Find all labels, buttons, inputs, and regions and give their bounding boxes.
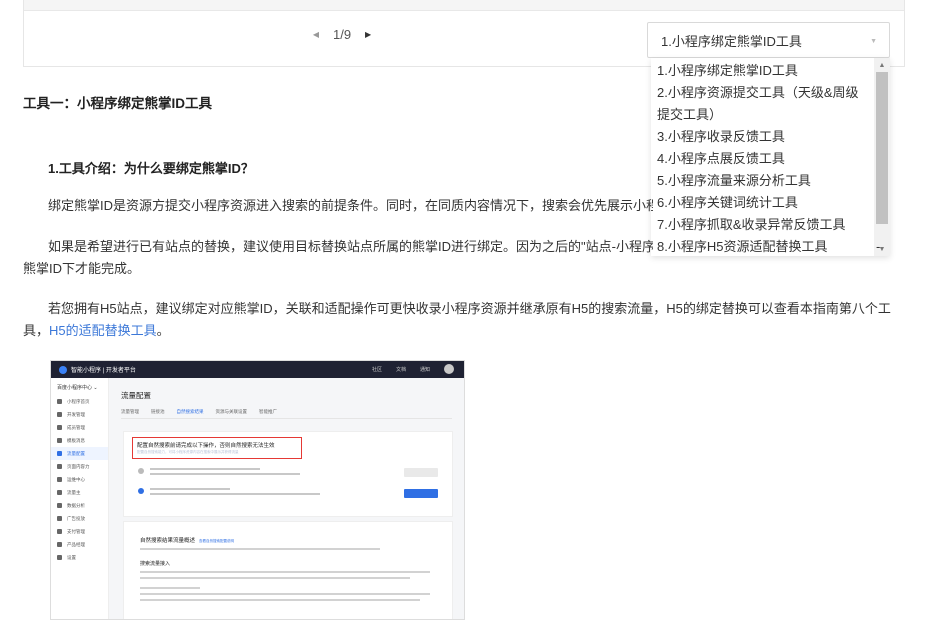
shot-side-item: 支付管理: [51, 525, 108, 538]
step-1: [138, 468, 300, 478]
dropdown-option[interactable]: 8.小程序H5资源适配替换工具: [657, 236, 868, 256]
shot-tabs: 流量管理 链接池 自然搜索结果 资源与关联设置 智能推广: [121, 409, 452, 419]
step-dot-icon: [138, 488, 144, 494]
caret-left-icon[interactable]: ◀: [309, 26, 323, 42]
shot-side-item: 数据分析: [51, 499, 108, 512]
shot-side-item: 设置: [51, 551, 108, 564]
shot-tab: 智能推广: [259, 409, 277, 414]
paragraph-2: 如果是希望进行已有站点的替换，建议使用目标替换站点所属的熊掌ID进行绑定。因为之…: [48, 239, 653, 254]
analytics-icon: [57, 503, 62, 508]
shot-notice-card: 配置自然搜索前请完成以下操作，否则自然搜索无法生效 配置自然搜索能力，可将小程序…: [123, 431, 453, 517]
message-icon: [57, 438, 62, 443]
embedded-screenshot: 智能小程序 | 开发者平台 社区 文档 通知 百度小程序中心 ⌄ 小程序首页 开…: [50, 360, 465, 620]
paragraph-1: 绑定熊掌ID是资源方提交小程序资源进入搜索的前提条件。同时，在同质内容情况下，搜…: [48, 198, 653, 213]
shot-side-item: 小程序首页: [51, 395, 108, 408]
step-1-button: [404, 468, 438, 477]
shot-page-title: 流量配置: [121, 391, 151, 400]
shot-side-item: 成员管理: [51, 421, 108, 434]
dropdown-option[interactable]: 4.小程序点展反馈工具: [657, 148, 868, 170]
tool-select[interactable]: 1.小程序绑定熊掌ID工具 ▼: [647, 22, 890, 58]
panel-top-strip: [24, 0, 904, 11]
shot-header: 智能小程序 | 开发者平台 社区 文档 通知: [51, 361, 464, 378]
traffic-icon: [57, 451, 62, 456]
manager-icon: [57, 542, 62, 547]
paragraph-2-continued: 熊掌ID下才能完成。: [23, 261, 141, 276]
shot-tab: 链接池: [151, 409, 165, 414]
notice-title: 配置自然搜索前请完成以下操作，否则自然搜索无法生效: [137, 443, 275, 449]
shot-side-item-active: 流量配置: [51, 447, 108, 460]
ads-icon: [57, 516, 62, 521]
highlight-box: 配置自然搜索前请完成以下操作，否则自然搜索无法生效 配置自然搜索能力，可将小程序…: [132, 437, 302, 459]
dropdown-option[interactable]: 6.小程序关键词统计工具: [657, 192, 868, 214]
shot-tab: 资源与关联设置: [215, 409, 248, 414]
ops-icon: [57, 477, 62, 482]
payment-icon: [57, 529, 62, 534]
h5-adapter-link[interactable]: H5的适配替换工具: [49, 323, 157, 338]
dropdown-option[interactable]: 3.小程序收录反馈工具: [657, 126, 868, 148]
shot-side-item: 页面内容力: [51, 460, 108, 473]
scrollbar-thumb[interactable]: [876, 72, 888, 224]
step-2-button: [404, 489, 438, 498]
shot-side-item: 产品经理: [51, 538, 108, 551]
user-icon: [57, 425, 62, 430]
shot-tab: 流量管理: [121, 409, 139, 414]
shot-sidebar: 百度小程序中心 ⌄ 小程序首页 开发管理 成员管理 模板消息 流量配置 页面内容…: [51, 378, 109, 619]
dropdown-option[interactable]: 7.小程序抓取&收录异常反馈工具: [657, 214, 868, 236]
avatar: [444, 364, 454, 374]
shot-side-item: 模板消息: [51, 434, 108, 447]
step-2: [138, 488, 320, 498]
brand-logo-icon: [59, 365, 67, 374]
paragraph-3: 若您拥有H5站点，建议绑定对应熊掌ID，关联和适配操作可更快收录小程序资源并继承…: [23, 301, 891, 338]
dropdown-option[interactable]: 2.小程序资源提交工具（天级&周级提交工具）: [657, 82, 868, 126]
settings-icon: [57, 555, 62, 560]
pager-current: 1/9: [333, 26, 352, 42]
home-icon: [57, 399, 62, 404]
dropdown-scrollbar[interactable]: ▲ ▼: [874, 58, 890, 256]
chevron-down-icon: ▼: [870, 38, 877, 45]
caret-right-icon[interactable]: ▶: [361, 26, 375, 42]
pager: ◀ 1/9 ▶: [309, 26, 375, 42]
dropdown-option[interactable]: 5.小程序流量来源分析工具: [657, 170, 868, 192]
tool-dropdown: 1.小程序绑定熊掌ID工具 2.小程序资源提交工具（天级&周级提交工具） 3.小…: [651, 58, 890, 256]
shot-side-item: 广告投放: [51, 512, 108, 525]
shot-side-item: 流量主: [51, 486, 108, 499]
coin-icon: [57, 490, 62, 495]
shot-brand: 智能小程序 | 开发者平台: [71, 368, 136, 374]
notice-sub: 配置自然搜索能力，可将小程序资源内容在搜索中展示并获得流量: [137, 450, 239, 454]
overview-subtitle: 搜索流量接入: [140, 561, 171, 567]
scroll-up-icon[interactable]: ▲: [874, 58, 890, 72]
shot-side-title: 百度小程序中心 ⌄: [57, 385, 98, 391]
section-heading: 1.工具介绍：为什么要绑定熊掌ID？: [48, 161, 254, 176]
article-title: 工具一：小程序绑定熊掌ID工具: [23, 96, 212, 111]
dropdown-option[interactable]: 1.小程序绑定熊掌ID工具: [657, 60, 868, 82]
shot-side-item: 运维中心: [51, 473, 108, 486]
shot-header-link: 社区: [371, 366, 382, 373]
shot-header-link: 文档: [395, 366, 406, 373]
paragraph-2-tail: -: [876, 239, 881, 254]
shot-header-link: 通知: [419, 366, 430, 373]
step-dot-icon: [138, 468, 144, 474]
overview-title: 自然搜索结果流量概述 查看自然搜索配置说明: [140, 538, 235, 544]
content-icon: [57, 464, 62, 469]
shot-tab-active: 自然搜索结果: [176, 409, 204, 414]
tool-select-value: 1.小程序绑定熊掌ID工具: [661, 33, 802, 49]
shot-overview-card: 自然搜索结果流量概述 查看自然搜索配置说明 搜索流量接入: [123, 521, 453, 619]
shot-side-item: 开发管理: [51, 408, 108, 421]
dev-icon: [57, 412, 62, 417]
